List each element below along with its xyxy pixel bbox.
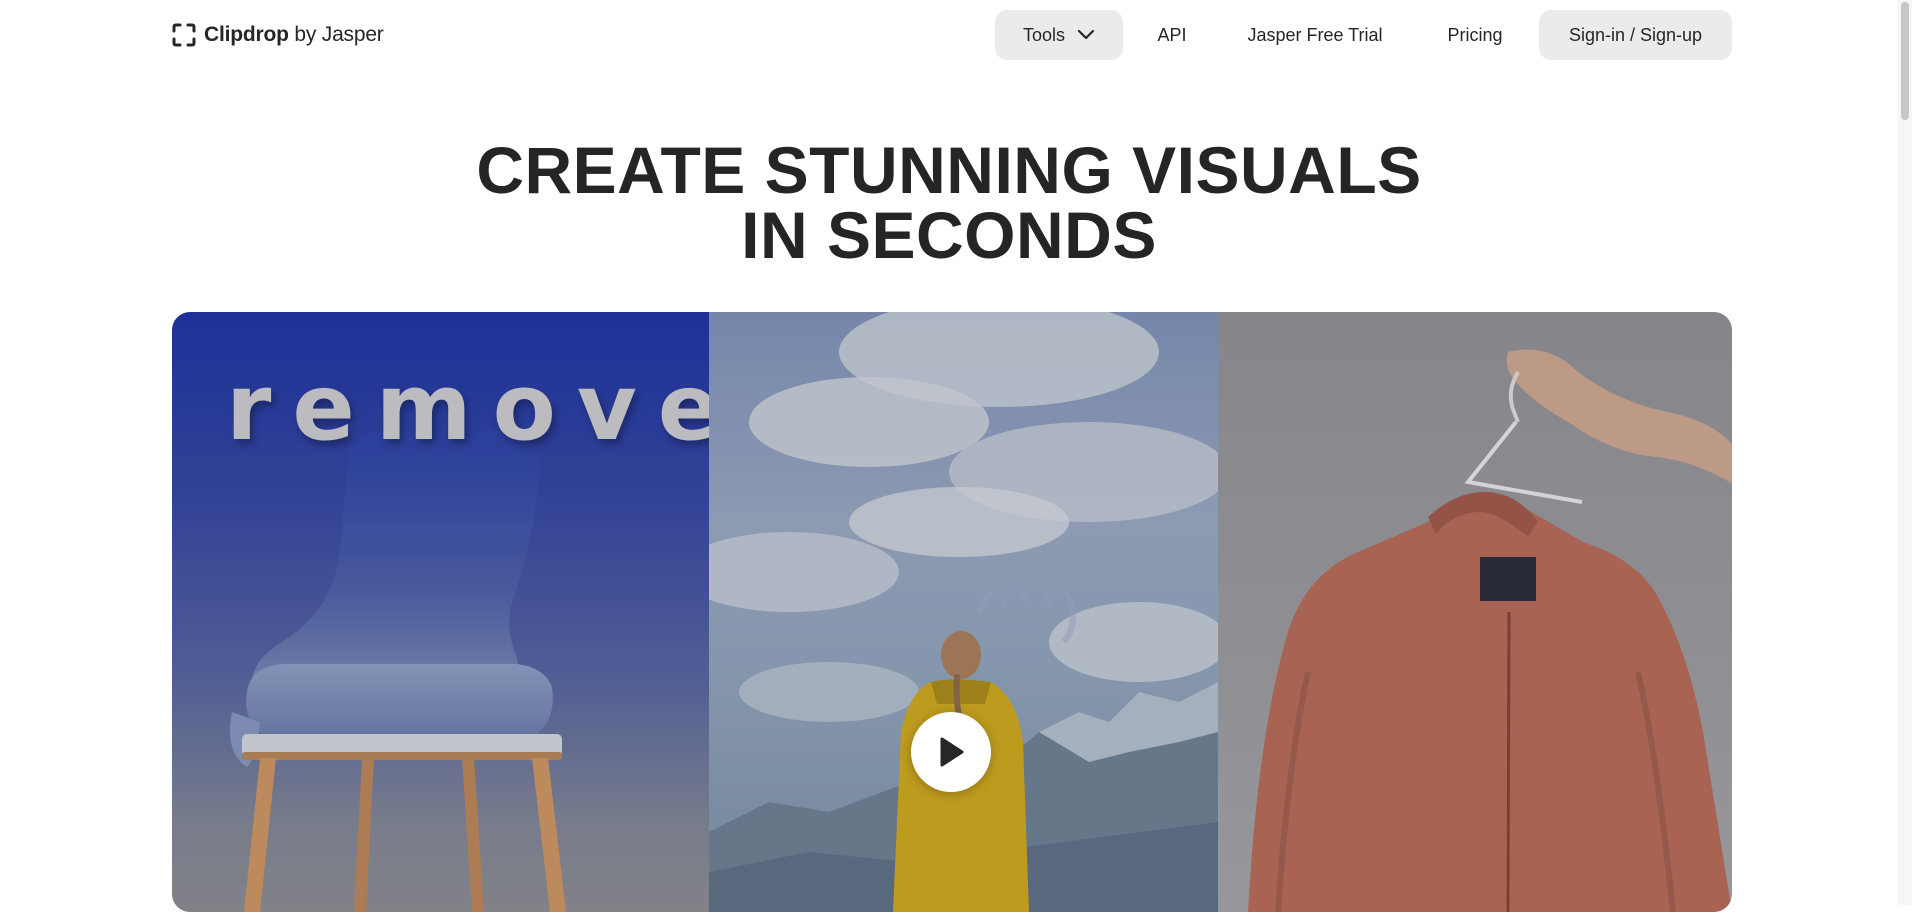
brand-name-suffix: by Jasper	[294, 23, 384, 46]
pricing-link[interactable]: Pricing	[1434, 10, 1516, 60]
api-link[interactable]: API	[1144, 10, 1200, 60]
page-scrollbar[interactable]	[1898, 0, 1912, 905]
hero-headline-line2: IN SECONDS	[741, 198, 1157, 272]
hero-video[interactable]: remove	[172, 312, 1732, 912]
sign-in-button[interactable]: Sign-in / Sign-up	[1539, 10, 1732, 60]
tools-menu-button[interactable]: Tools	[995, 10, 1123, 60]
brand-name-primary: Clipdrop	[204, 23, 289, 46]
hero-panel-remove: remove	[172, 312, 709, 912]
play-video-button[interactable]	[911, 712, 991, 792]
corner-bracket-logo-icon	[172, 23, 196, 47]
top-navigation: Clipdrop by Jasper Tools API Jasper Free…	[0, 0, 1898, 70]
play-icon	[940, 737, 964, 767]
hero-panel-relight	[1218, 312, 1732, 912]
remove-overlay-word: remove	[226, 354, 709, 461]
hero-headline-line1: CREATE STUNNING VISUALS	[476, 133, 1422, 207]
girl-mountains-image	[709, 312, 1218, 912]
jasper-free-trial-link[interactable]: Jasper Free Trial	[1234, 10, 1396, 60]
hero-headline: CREATE STUNNING VISUALS IN SECONDS	[0, 137, 1898, 268]
chevron-down-icon	[1077, 29, 1095, 40]
scrollbar-thumb[interactable]	[1901, 2, 1909, 120]
hero-panel-cleanup	[709, 312, 1218, 912]
brand-name: Clipdrop by Jasper	[204, 23, 384, 47]
brand-logo-link[interactable]: Clipdrop by Jasper	[171, 21, 384, 49]
jacket-on-hanger-image	[1248, 349, 1732, 912]
tools-menu-label: Tools	[1022, 24, 1066, 45]
